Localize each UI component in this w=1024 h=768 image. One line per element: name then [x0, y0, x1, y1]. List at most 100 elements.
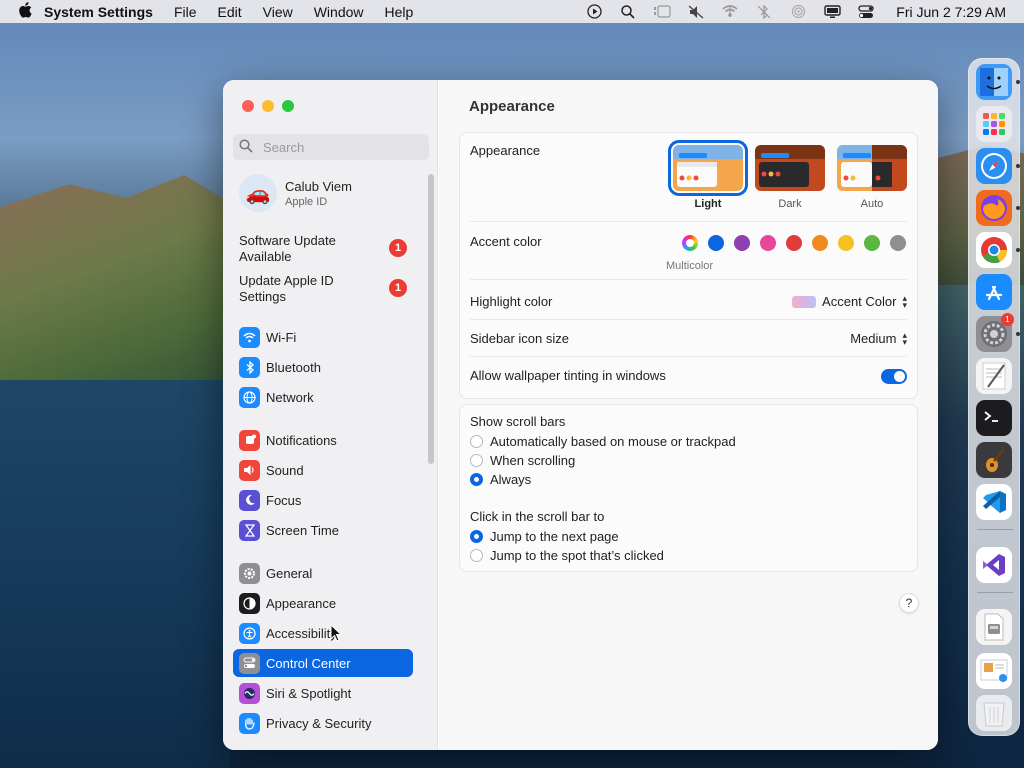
- radio-button-selected[interactable]: [470, 530, 483, 543]
- scroll-bars-auto-option[interactable]: Automatically based on mouse or trackpad: [470, 434, 736, 449]
- speaker-icon: [239, 459, 260, 481]
- launchpad-icon[interactable]: [976, 106, 1012, 142]
- sidebar-item-label: Wi-Fi: [266, 329, 297, 345]
- close-window-button[interactable]: [242, 100, 254, 112]
- radio-label: Jump to the spot that’s clicked: [490, 548, 664, 563]
- control-center-menu-icon[interactable]: [856, 4, 876, 20]
- accent-color-swatch[interactable]: [786, 235, 802, 251]
- sidebar-item-label: Control Center: [266, 655, 351, 671]
- garageband-icon[interactable]: [976, 442, 1012, 478]
- wallpaper-tinting-label: Allow wallpaper tinting in windows: [470, 368, 666, 383]
- accent-color-swatch[interactable]: [890, 235, 906, 251]
- accent-color-swatch[interactable]: [734, 235, 750, 251]
- running-indicator: [1016, 80, 1020, 84]
- accent-color-swatch[interactable]: [838, 235, 854, 251]
- accent-color-swatch[interactable]: [812, 235, 828, 251]
- alert-badge: 1: [389, 279, 407, 297]
- radio-button-selected[interactable]: [470, 473, 483, 486]
- bluetooth-off-icon[interactable]: [754, 4, 774, 20]
- preview-icon[interactable]: [976, 653, 1012, 689]
- appearance-group: Appearance Light Dark Auto Accent color …: [459, 132, 918, 399]
- menu-edit[interactable]: Edit: [218, 4, 242, 20]
- search-field[interactable]: [233, 134, 429, 160]
- vscode-icon[interactable]: [976, 484, 1012, 520]
- radio-button[interactable]: [470, 549, 483, 562]
- minimize-window-button[interactable]: [262, 100, 274, 112]
- sidebar-item-bluetooth[interactable]: Bluetooth: [233, 353, 413, 381]
- disk-image-icon[interactable]: [976, 609, 1012, 645]
- sidebar-item-focus[interactable]: Focus: [233, 486, 413, 514]
- help-button[interactable]: ?: [899, 593, 919, 613]
- sidebar-item-siri-spotlight[interactable]: Siri & Spotlight: [233, 679, 413, 707]
- menu-clock[interactable]: Fri Jun 2 7:29 AM: [896, 4, 1006, 20]
- search-input[interactable]: [263, 139, 423, 155]
- sidebar-item-wi-fi[interactable]: Wi-Fi: [233, 323, 413, 351]
- click-next-page-option[interactable]: Jump to the next page: [470, 529, 619, 544]
- sidebar-scrollbar[interactable]: [428, 174, 434, 464]
- sidebar-item-label: Focus: [266, 492, 302, 508]
- radio-button[interactable]: [470, 435, 483, 448]
- divider: [470, 279, 907, 280]
- sidebar-item-label: Accessibility: [266, 625, 337, 641]
- accent-color-caption: Multicolor: [666, 260, 714, 272]
- menu-app-name[interactable]: System Settings: [44, 4, 153, 20]
- scroll-bars-when-scrolling-option[interactable]: When scrolling: [470, 453, 575, 468]
- sidebar-item-label: Privacy & Security: [266, 715, 372, 731]
- textedit-icon[interactable]: [976, 358, 1012, 394]
- accent-color-swatch[interactable]: [708, 235, 724, 251]
- wifi-status-icon[interactable]: [720, 4, 740, 20]
- spotlight-search-icon[interactable]: [618, 4, 638, 20]
- app-store-icon[interactable]: [976, 274, 1012, 310]
- apple-id-account[interactable]: 🚗 Calub Viem Apple ID: [239, 174, 352, 212]
- firefox-icon[interactable]: [976, 190, 1012, 226]
- chrome-icon[interactable]: [976, 232, 1012, 268]
- accessibility-icon: [239, 622, 260, 644]
- menu-view[interactable]: View: [263, 4, 293, 20]
- appearance-auto-option[interactable]: [837, 145, 907, 191]
- running-indicator: [1016, 164, 1020, 168]
- appearance-dark-option[interactable]: [755, 145, 825, 191]
- safari-icon[interactable]: [976, 148, 1012, 184]
- click-spot-option[interactable]: Jump to the spot that’s clicked: [470, 548, 664, 563]
- accent-multicolor-swatch[interactable]: [682, 235, 698, 251]
- terminal-icon[interactable]: [976, 400, 1012, 436]
- play-icon[interactable]: [584, 4, 604, 20]
- accent-color-swatch[interactable]: [760, 235, 776, 251]
- sidebar-item-control-center[interactable]: Control Center: [233, 649, 413, 677]
- sidebar-item-notifications[interactable]: Notifications: [233, 426, 413, 454]
- display-icon[interactable]: [822, 4, 842, 20]
- radio-label: Automatically based on mouse or trackpad: [490, 434, 736, 449]
- apple-menu-icon[interactable]: [10, 1, 44, 22]
- finder-icon[interactable]: [976, 64, 1012, 100]
- update-apple-id-alert[interactable]: Update Apple ID Settings 1: [239, 273, 409, 305]
- appearance-light-option[interactable]: [668, 140, 748, 196]
- sidebar-item-label: Sound: [266, 462, 304, 478]
- sidebar-item-screen-time[interactable]: Screen Time: [233, 516, 413, 544]
- sidebar-item-network[interactable]: Network: [233, 383, 413, 411]
- menu-help[interactable]: Help: [385, 4, 414, 20]
- sidebar-icon-size-select[interactable]: Medium ▴ ▾: [850, 330, 907, 346]
- appearance-light-caption: Light: [694, 198, 722, 210]
- stage-manager-icon[interactable]: [652, 4, 672, 20]
- zoom-window-button[interactable]: [282, 100, 294, 112]
- mute-icon[interactable]: [686, 4, 706, 20]
- sidebar-item-general[interactable]: General: [233, 559, 413, 587]
- menu-window[interactable]: Window: [314, 4, 364, 20]
- highlight-color-select[interactable]: Accent Color ▴ ▾: [792, 293, 907, 309]
- sidebar-item-accessibility[interactable]: Accessibility: [233, 619, 413, 647]
- menu-file[interactable]: File: [174, 4, 197, 20]
- sidebar-item-sound[interactable]: Sound: [233, 456, 413, 484]
- alert-badge: 1: [389, 239, 407, 257]
- airdrop-icon[interactable]: [788, 4, 808, 20]
- accent-color-swatch[interactable]: [864, 235, 880, 251]
- software-update-alert[interactable]: Software Update Available 1: [239, 233, 409, 265]
- trash-icon[interactable]: [976, 695, 1012, 731]
- radio-label: When scrolling: [490, 453, 576, 468]
- radio-button[interactable]: [470, 454, 483, 467]
- sidebar-item-privacy-security[interactable]: Privacy & Security: [233, 709, 413, 737]
- sidebar-icon-size-value: Medium: [850, 331, 897, 346]
- visual-studio-icon[interactable]: [976, 547, 1012, 583]
- sidebar-item-appearance[interactable]: Appearance: [233, 589, 413, 617]
- wallpaper-tinting-toggle[interactable]: [881, 369, 907, 384]
- scroll-bars-always-option[interactable]: Always: [470, 472, 531, 487]
